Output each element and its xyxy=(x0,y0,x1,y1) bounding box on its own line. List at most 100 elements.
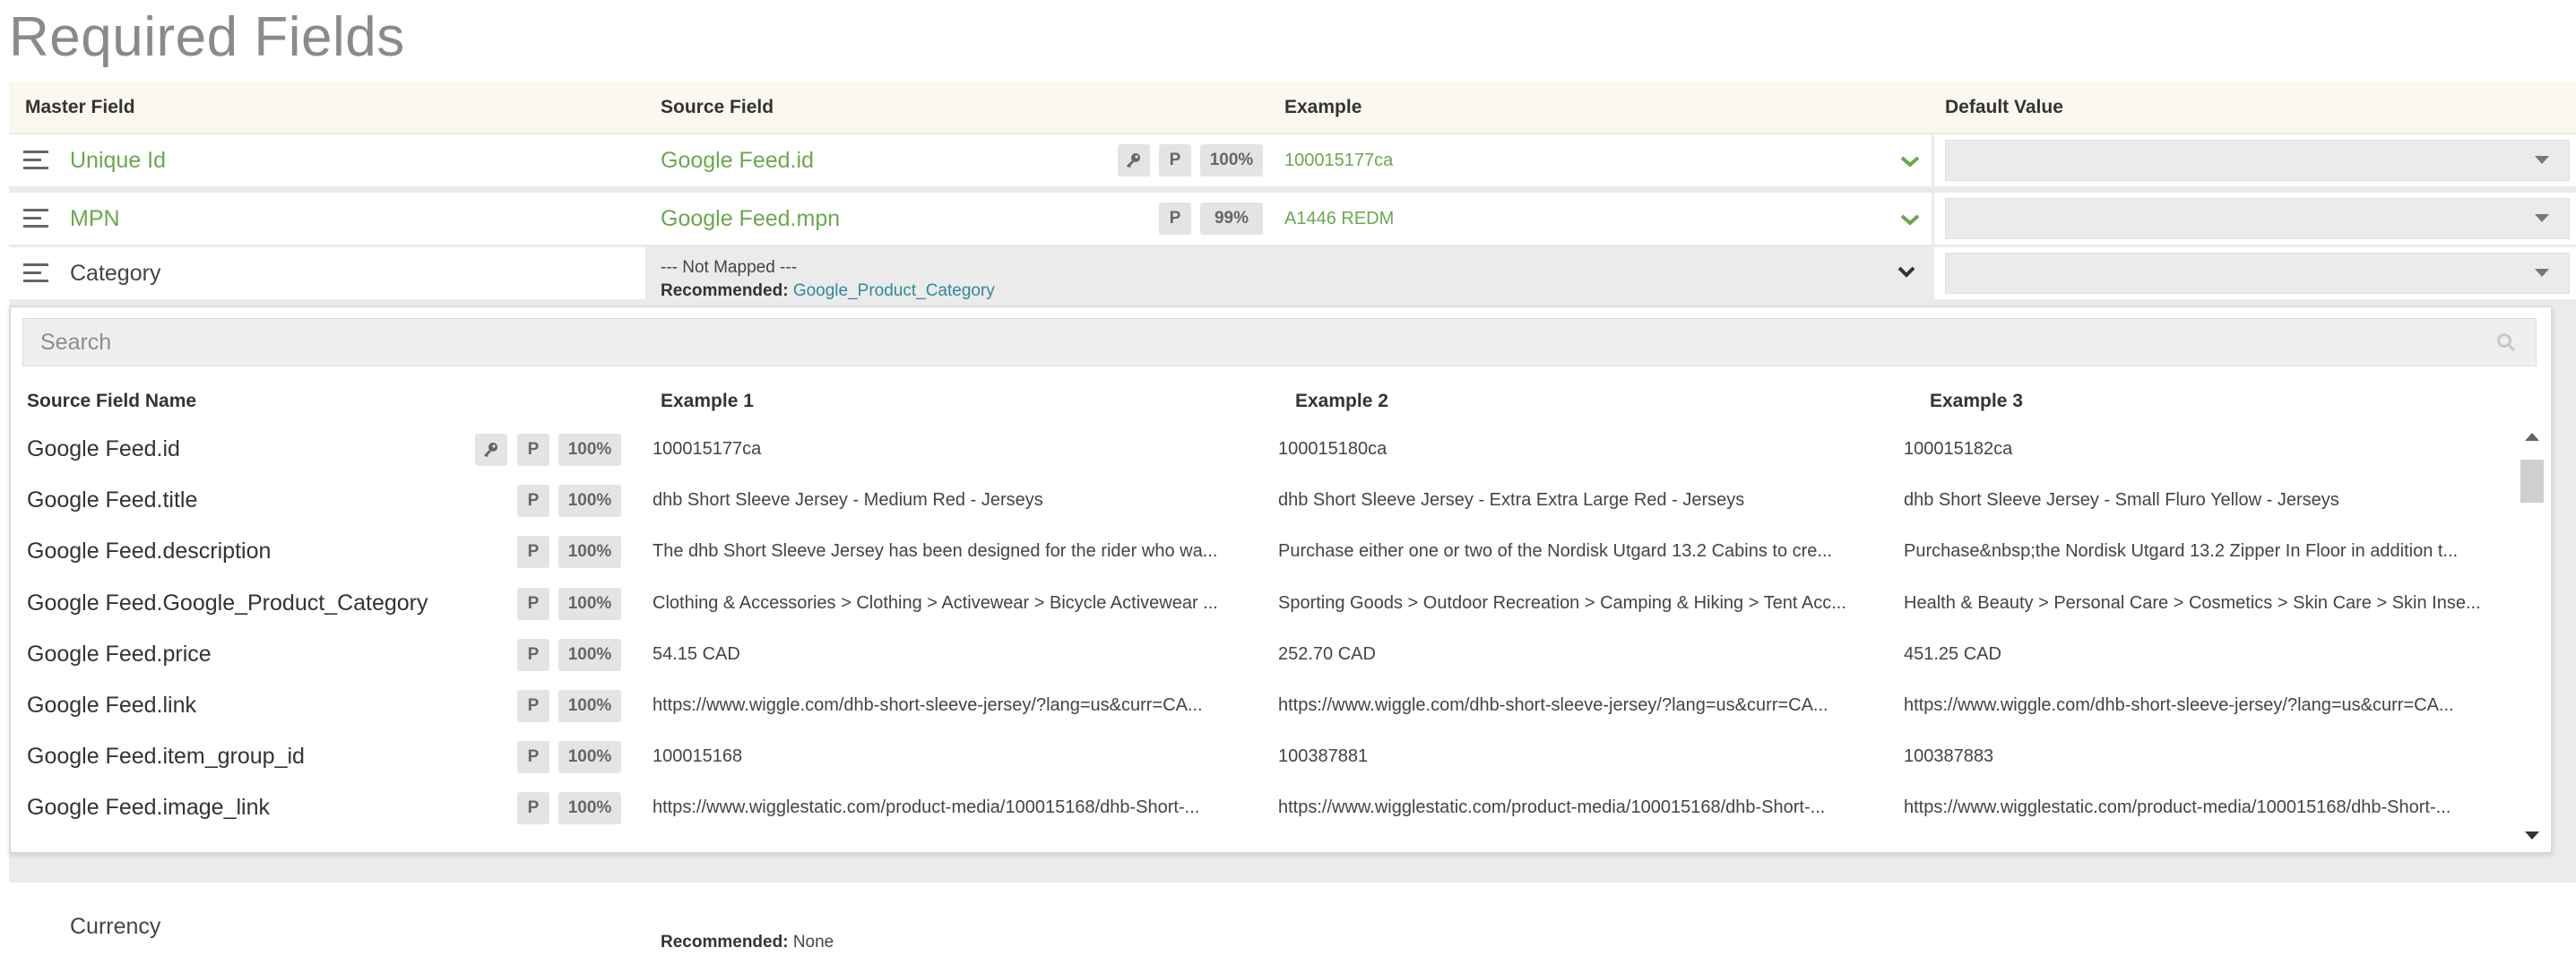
primary-badge: P xyxy=(517,485,549,518)
example-header: Example xyxy=(1284,97,1362,117)
master-field-name: Currency xyxy=(70,914,161,939)
example-3-header: Example 3 xyxy=(1930,391,2023,411)
primary-badge: P xyxy=(517,792,549,825)
default-value-select[interactable] xyxy=(1945,253,2570,294)
primary-badge: P xyxy=(1159,202,1191,235)
example-2-value: https://www.wigglestatic.com/product-med… xyxy=(1278,797,1826,818)
example-1-value: dhb Short Sleeve Jersey - Medium Red - J… xyxy=(653,490,1043,511)
recommended-line: Recommended: Google_Product_Category xyxy=(661,281,995,301)
master-field-name: Unique Id xyxy=(70,148,167,173)
mapping-row-unique-id: Unique Id Google Feed.id P 100% 10001517… xyxy=(9,134,2576,186)
coverage-badge: 100% xyxy=(558,792,621,825)
mapping-row-currency: Currency Recommended: None xyxy=(9,916,2576,965)
example-3-value: 100015182ca xyxy=(1904,439,2013,459)
source-field-option[interactable]: Google Feed.link P 100% https://www.wiggle.… xyxy=(11,680,2529,731)
scrollbar-thumb[interactable] xyxy=(2520,460,2544,503)
example-3-value: dhb Short Sleeve Jersey - Small Fluro Ye… xyxy=(1904,490,2339,511)
primary-badge: P xyxy=(517,434,549,466)
scroll-down-icon[interactable] xyxy=(2523,831,2541,841)
recommended-link[interactable]: Google_Product_Category xyxy=(793,281,995,300)
key-icon xyxy=(1118,144,1150,177)
source-field-header: Source Field xyxy=(661,97,774,117)
master-field-header: Master Field xyxy=(25,97,135,117)
dropdown-scrollbar[interactable] xyxy=(2519,426,2546,847)
source-field-name[interactable]: Google Feed.id xyxy=(661,134,814,186)
primary-badge: P xyxy=(517,741,549,774)
source-field-option[interactable]: Google Feed.Google_Product_Category P 100%… xyxy=(11,578,2529,629)
example-1-value: The dhb Short Sleeve Jersey has been des… xyxy=(653,541,1218,562)
source-field-option[interactable]: Google Feed.image_link P 100% https://www.w… xyxy=(11,782,2529,833)
caret-down-icon xyxy=(2535,156,2549,164)
example-value: 100015177ca xyxy=(1284,151,1394,170)
default-value-select[interactable] xyxy=(1945,198,2570,239)
recommended-value: None xyxy=(792,933,834,952)
source-field-option[interactable]: Google Feed.item_group_id P 100% 100015168 1… xyxy=(11,731,2529,782)
source-field-option[interactable]: Google Feed.description P 100% The dhb Shor… xyxy=(11,526,2529,577)
primary-badge: P xyxy=(517,638,549,671)
chevron-down-icon[interactable] xyxy=(1897,265,1915,278)
example-2-value: 252.70 CAD xyxy=(1278,643,1376,664)
example-2-value: 100015180ca xyxy=(1278,439,1387,459)
coverage-badge: 100% xyxy=(558,741,621,774)
example-3-value: https://www.wiggle.com/dhb-short-sleeve-… xyxy=(1904,695,2454,715)
source-field-option-name: Google Feed.title xyxy=(27,487,198,513)
example-1-value: 54.15 CAD xyxy=(653,643,740,664)
source-field-name[interactable]: Google Feed.mpn xyxy=(661,193,840,245)
coverage-badge: 100% xyxy=(558,638,621,671)
example-2-value: Sporting Goods > Outdoor Recreation > Ca… xyxy=(1278,592,1846,613)
page-title: Required Fields xyxy=(9,6,405,68)
example-2-header: Example 2 xyxy=(1295,391,1388,411)
source-field-option[interactable]: Google Feed.title P 100% dhb Short Sleeve J… xyxy=(11,475,2529,526)
coverage-badge: 100% xyxy=(1200,144,1263,177)
example-2-value: https://www.wiggle.com/dhb-short-sleeve-… xyxy=(1278,695,1828,715)
coverage-badge: 100% xyxy=(558,690,621,722)
search-placeholder: Search xyxy=(40,330,112,355)
recommended-label: Recommended: xyxy=(661,281,789,300)
example-2-value: dhb Short Sleeve Jersey - Extra Extra La… xyxy=(1278,490,1745,511)
primary-badge: P xyxy=(517,587,549,620)
example-2-value: Purchase either one or two of the Nordis… xyxy=(1278,541,1833,562)
example-1-value: https://www.wigglestatic.com/product-med… xyxy=(653,797,1200,818)
not-mapped-label[interactable]: --- Not Mapped --- xyxy=(661,258,797,278)
source-field-name-header: Source Field Name xyxy=(27,391,197,411)
example-3-value: 100387883 xyxy=(1904,746,1994,767)
caret-down-icon xyxy=(2535,214,2549,222)
scroll-up-icon[interactable] xyxy=(2523,431,2541,442)
recommended-line: Recommended: None xyxy=(661,933,834,952)
example-1-value: https://www.wiggle.com/dhb-short-sleeve-… xyxy=(653,695,1203,715)
default-value-header: Default Value xyxy=(1945,97,2063,117)
primary-badge: P xyxy=(517,536,549,569)
table-header: Master Field Source Field Example Defaul… xyxy=(9,82,2576,134)
source-field-option-name: Google Feed.id xyxy=(27,436,180,461)
search-input[interactable]: Search xyxy=(22,318,2537,366)
source-field-option-name: Google Feed.image_link xyxy=(27,795,270,821)
example-3-value: 451.25 CAD xyxy=(1904,643,2001,664)
coverage-badge: 99% xyxy=(1200,202,1263,235)
drag-handle-icon[interactable] xyxy=(23,209,48,228)
default-value-select[interactable] xyxy=(1945,140,2570,181)
source-field-option[interactable]: Google Feed.price P 100% 54.15 CAD 252.70 CA… xyxy=(11,629,2529,680)
master-field-name: Category xyxy=(70,261,161,286)
example-3-value: https://www.wigglestatic.com/product-med… xyxy=(1904,797,2451,818)
key-icon xyxy=(475,434,507,466)
example-2-value: 100387881 xyxy=(1278,746,1369,767)
coverage-badge: 100% xyxy=(558,536,621,569)
example-1-header: Example 1 xyxy=(661,391,754,411)
example-3-value: Purchase&nbsp;the Nordisk Utgard 13.2 Zi… xyxy=(1904,541,2459,562)
example-3-value: Health & Beauty > Personal Care > Cosmet… xyxy=(1904,592,2481,613)
drag-handle-icon[interactable] xyxy=(23,151,48,170)
search-icon xyxy=(2497,333,2516,352)
coverage-badge: 100% xyxy=(558,587,621,620)
check-icon xyxy=(1900,156,1920,168)
coverage-badge: 100% xyxy=(558,434,621,466)
source-field-option-name: Google Feed.link xyxy=(27,693,197,718)
example-1-value: 100015177ca xyxy=(653,439,762,459)
drag-handle-icon[interactable] xyxy=(23,263,48,283)
check-icon xyxy=(1900,214,1920,226)
example-value: A1446 REDM xyxy=(1284,209,1395,228)
example-1-value: 100015168 xyxy=(653,746,743,767)
example-1-value: Clothing & Accessories > Clothing > Acti… xyxy=(653,592,1218,613)
source-field-option[interactable]: Google Feed.id P 100% 100015177ca 100015180c… xyxy=(11,424,2529,475)
source-field-dropdown: Search Source Field Name Example 1 Examp… xyxy=(10,306,2552,853)
caret-down-icon xyxy=(2535,269,2549,277)
